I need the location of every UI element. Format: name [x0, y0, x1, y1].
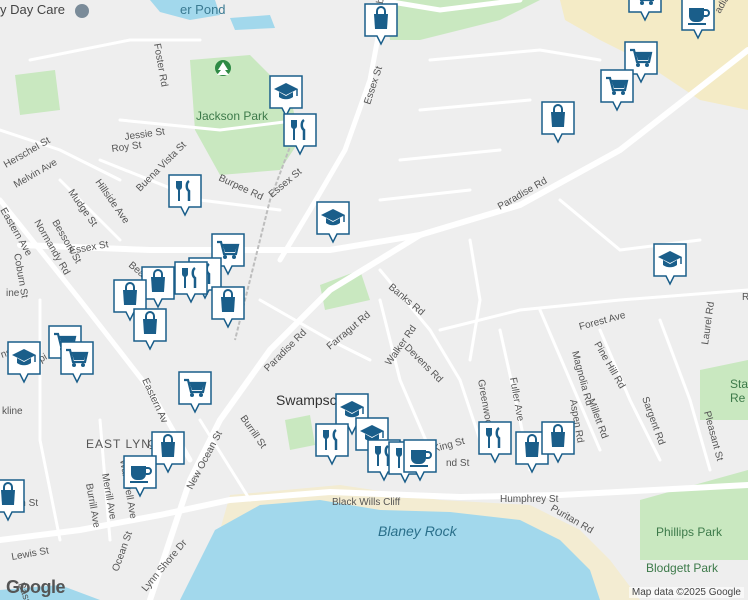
location-pin-icon[interactable] — [74, 3, 89, 18]
grocery-marker[interactable] — [59, 340, 95, 384]
label-blodgett-park: Blodgett Park — [646, 561, 719, 575]
label-phillips-park: Phillips Park — [656, 525, 723, 539]
label-jackson-park: Jackson Park — [196, 109, 269, 123]
school-marker[interactable] — [652, 242, 688, 286]
coffee-marker[interactable] — [122, 454, 158, 498]
label-re: Re — [730, 391, 746, 405]
school-marker[interactable] — [6, 340, 42, 384]
grocery-marker[interactable] — [599, 68, 635, 112]
label-nd-st: nd St — [446, 458, 470, 469]
park-left — [15, 70, 60, 115]
restaurant-marker[interactable] — [477, 420, 513, 464]
restaurant-marker[interactable] — [167, 173, 203, 217]
pond-label: er Pond — [180, 2, 226, 17]
shopping-bag-marker[interactable] — [132, 307, 168, 351]
shopping-bag-marker[interactable] — [540, 100, 576, 144]
shopping-bag-marker[interactable] — [540, 420, 576, 464]
day-care-label: y Day Care — [0, 2, 89, 18]
label-stan: Stan — [730, 377, 748, 391]
map-attribution[interactable]: Map data ©2025 Google — [628, 587, 744, 598]
shopping-bag-marker[interactable] — [363, 2, 399, 46]
label-kline: kline — [2, 406, 23, 417]
label-ine: ine — [6, 288, 20, 299]
grocery-marker[interactable] — [627, 0, 663, 22]
label-black-wills: Black Wills Cliff — [332, 497, 400, 508]
shopping-bag-marker[interactable] — [210, 285, 246, 329]
shopping-bag-marker[interactable] — [0, 478, 26, 522]
restaurant-marker[interactable] — [282, 112, 318, 156]
park-tree-icon — [215, 60, 231, 76]
google-logo: Google — [6, 577, 66, 597]
day-care-text: y Day Care — [0, 2, 66, 17]
restaurant-marker[interactable] — [314, 422, 350, 466]
label-humphrey: Humphrey St — [500, 494, 559, 505]
park-town — [285, 415, 315, 450]
coffee-marker[interactable] — [402, 438, 438, 482]
school-marker[interactable] — [315, 200, 351, 244]
grocery-marker[interactable] — [177, 370, 213, 414]
coffee-marker[interactable] — [680, 0, 716, 40]
label-r: R — [742, 292, 748, 303]
label-blaney-rock: Blaney Rock — [378, 523, 458, 539]
restaurant-marker[interactable] — [173, 260, 209, 304]
